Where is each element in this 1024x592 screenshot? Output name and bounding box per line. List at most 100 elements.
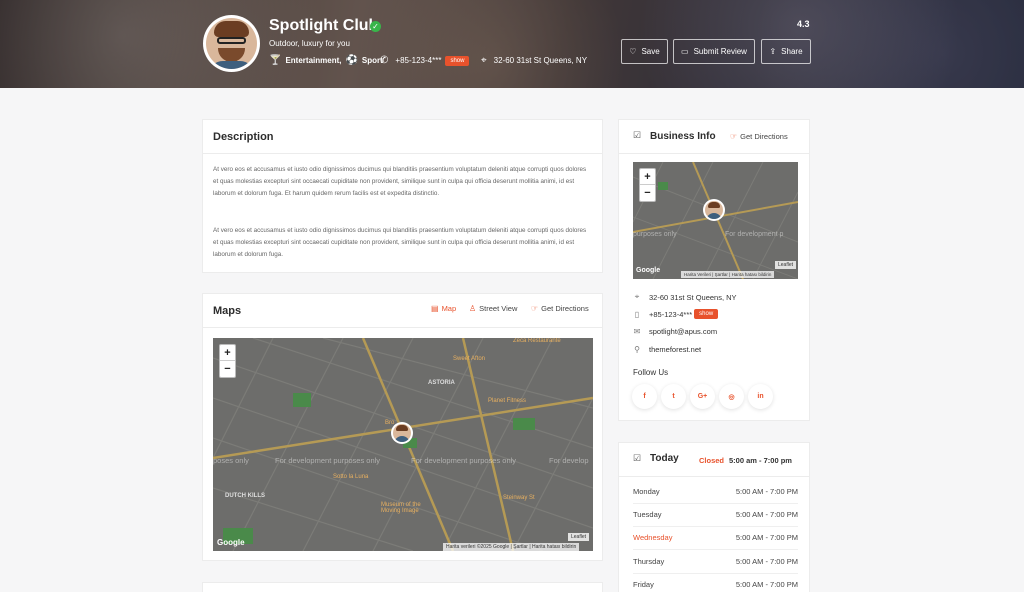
listing-hero: Spotlight Club ✓ Outdoor, luxury for you… bbox=[0, 0, 1024, 88]
google-plus-icon[interactable]: G+ bbox=[690, 384, 715, 409]
business-info-card: ☑ Business Info ☞ Get Directions purpose… bbox=[618, 119, 810, 421]
google-logo: Google bbox=[217, 538, 245, 547]
maps-get-directions-link[interactable]: ☞ Get Directions bbox=[531, 304, 589, 313]
comment-icon: ▭ bbox=[681, 47, 689, 56]
location-pin-icon: ⌖ bbox=[481, 55, 487, 66]
street-view-icon: ♙ bbox=[469, 304, 477, 313]
listing-title: Spotlight Club bbox=[269, 17, 379, 34]
listing-address: ⌖ 32-60 31st St Queens, NY bbox=[481, 55, 587, 66]
divider bbox=[619, 476, 809, 477]
divider bbox=[633, 549, 798, 550]
facebook-icon[interactable]: f bbox=[632, 384, 657, 409]
heart-icon: ♡ bbox=[629, 47, 637, 56]
hours-status: Closed bbox=[699, 456, 725, 465]
follow-us-label: Follow Us bbox=[633, 368, 669, 377]
hours-title: Today bbox=[650, 453, 679, 464]
address-text: 32-60 31st St Queens, NY bbox=[493, 56, 588, 65]
business-phone: ▯ +85-123-4*** show bbox=[633, 309, 719, 319]
map-place: Sweet Afton bbox=[453, 356, 486, 362]
zoom-in-button[interactable]: + bbox=[640, 169, 655, 185]
maps-card: Maps ▤ Map ♙ Street View ☞ Get Direction… bbox=[202, 293, 603, 561]
description-title: Description bbox=[213, 131, 274, 143]
checkbox-icon: ☑ bbox=[633, 453, 642, 463]
zoom-out-button[interactable]: − bbox=[640, 185, 655, 201]
business-address: ⌖ 32-60 31st St Queens, NY bbox=[634, 292, 737, 302]
next-card bbox=[202, 582, 603, 592]
divider bbox=[633, 503, 798, 504]
business-info-title: Business Info bbox=[650, 131, 716, 142]
map-attribution: Harita Verileri | Şartlar | Harita hatas… bbox=[681, 271, 775, 278]
google-logo: Google bbox=[636, 267, 661, 274]
map-attribution: Harita verileri ©2025 Google | Şartlar |… bbox=[443, 543, 580, 551]
phone-icon: ✆ bbox=[380, 55, 389, 66]
leaflet-link[interactable]: Leaflet bbox=[568, 533, 590, 541]
map-zoom-control: + − bbox=[639, 168, 656, 202]
map-dev-watermark: For development purposes only bbox=[275, 456, 381, 465]
share-button[interactable]: ⇪ Share bbox=[761, 39, 811, 64]
map-place: Steinway St bbox=[503, 495, 535, 501]
map-place: DUTCH KILLS bbox=[225, 493, 265, 499]
zoom-in-button[interactable]: + bbox=[220, 345, 235, 361]
leaflet-link[interactable]: Leaflet bbox=[775, 261, 797, 269]
listing-avatar bbox=[203, 15, 260, 72]
map-dev-watermark: For develop bbox=[549, 456, 589, 465]
directions-icon: ☞ bbox=[531, 304, 539, 313]
cocktail-icon: 🍸 bbox=[269, 55, 282, 66]
map-dev-watermark: For development p bbox=[725, 231, 784, 238]
location-pin-icon: ⌖ bbox=[634, 292, 640, 301]
category-entertainment[interactable]: Entertainment, bbox=[285, 56, 341, 65]
hours-row: Monday 5:00 AM - 7:00 PM bbox=[633, 487, 798, 496]
hours-today: 5:00 am - 7:00 pm bbox=[729, 456, 792, 465]
business-email[interactable]: ✉ spotlight@apus.com bbox=[633, 327, 717, 336]
rating-value: 4.3 bbox=[797, 19, 810, 29]
description-card: Description At vero eos et accusamus et … bbox=[202, 119, 603, 273]
business-map-marker[interactable] bbox=[703, 199, 725, 221]
divider bbox=[619, 153, 809, 154]
twitter-icon[interactable]: t bbox=[661, 384, 686, 409]
map-icon: ▤ bbox=[431, 304, 439, 313]
divider bbox=[203, 327, 602, 328]
phone-number: +85-123-4*** bbox=[395, 56, 442, 65]
hours-row-current: Wednesday 5:00 AM - 7:00 PM bbox=[633, 533, 798, 542]
listing-map-marker[interactable] bbox=[391, 422, 413, 444]
maps-title: Maps bbox=[213, 305, 242, 317]
map-place: ASTORIA bbox=[428, 380, 455, 386]
linkedin-icon[interactable]: in bbox=[748, 384, 773, 409]
description-paragraph-2: At vero eos et accusamus et iusto odio d… bbox=[213, 227, 587, 258]
link-icon: ⚲ bbox=[634, 345, 640, 354]
map-dev-watermark: For development purposes only bbox=[411, 456, 517, 465]
divider bbox=[633, 573, 798, 574]
business-website[interactable]: ⚲ themeforest.net bbox=[633, 345, 701, 354]
map-tab[interactable]: ▤ Map bbox=[431, 304, 456, 313]
divider bbox=[633, 526, 798, 527]
business-get-directions-link[interactable]: ☞ Get Directions bbox=[730, 132, 788, 141]
share-icon: ⇪ bbox=[769, 47, 777, 56]
divider bbox=[203, 153, 602, 154]
ball-icon: ⚽ bbox=[345, 55, 358, 66]
map-streets bbox=[213, 338, 593, 551]
map-dev-watermark: purposes only bbox=[633, 231, 677, 238]
show-phone-button[interactable]: show bbox=[445, 55, 470, 66]
verified-icon: ✓ bbox=[370, 21, 381, 32]
map-place: Zeca Restaurante bbox=[513, 338, 561, 344]
instagram-icon[interactable]: ◎ bbox=[719, 384, 744, 409]
submit-review-button[interactable]: ▭ Submit Review bbox=[673, 39, 755, 64]
hours-row: Friday 5:00 AM - 7:00 PM bbox=[633, 580, 798, 589]
listing-subtitle: Outdoor, luxury for you bbox=[269, 39, 350, 48]
listing-phone: ✆ +85-123-4*** show bbox=[380, 55, 470, 66]
envelope-icon: ✉ bbox=[633, 327, 641, 336]
map-place: Museum of the Moving Image bbox=[381, 502, 421, 514]
save-button[interactable]: ♡ Save bbox=[621, 39, 668, 64]
map-zoom-control: + − bbox=[219, 344, 236, 378]
hours-row: Tuesday 5:00 AM - 7:00 PM bbox=[633, 510, 798, 519]
street-view-tab[interactable]: ♙ Street View bbox=[469, 304, 517, 313]
zoom-out-button[interactable]: − bbox=[220, 361, 235, 377]
map-place: Sotto la Luna bbox=[333, 474, 369, 480]
business-map[interactable]: purposes only For development p + − Goog… bbox=[633, 162, 798, 279]
main-map[interactable]: Sweet Afton Zeca Restaurante ASTORIA Pla… bbox=[213, 338, 593, 551]
opening-hours-card: ☑ Today Closed 5:00 am - 7:00 pm Monday 5… bbox=[618, 442, 810, 592]
directions-icon: ☞ bbox=[730, 132, 738, 141]
description-paragraph-1: At vero eos et accusamus et iusto odio d… bbox=[213, 166, 587, 197]
listing-categories: 🍸 Entertainment, ⚽ Sport bbox=[269, 55, 383, 66]
show-phone-button[interactable]: show bbox=[694, 309, 719, 319]
